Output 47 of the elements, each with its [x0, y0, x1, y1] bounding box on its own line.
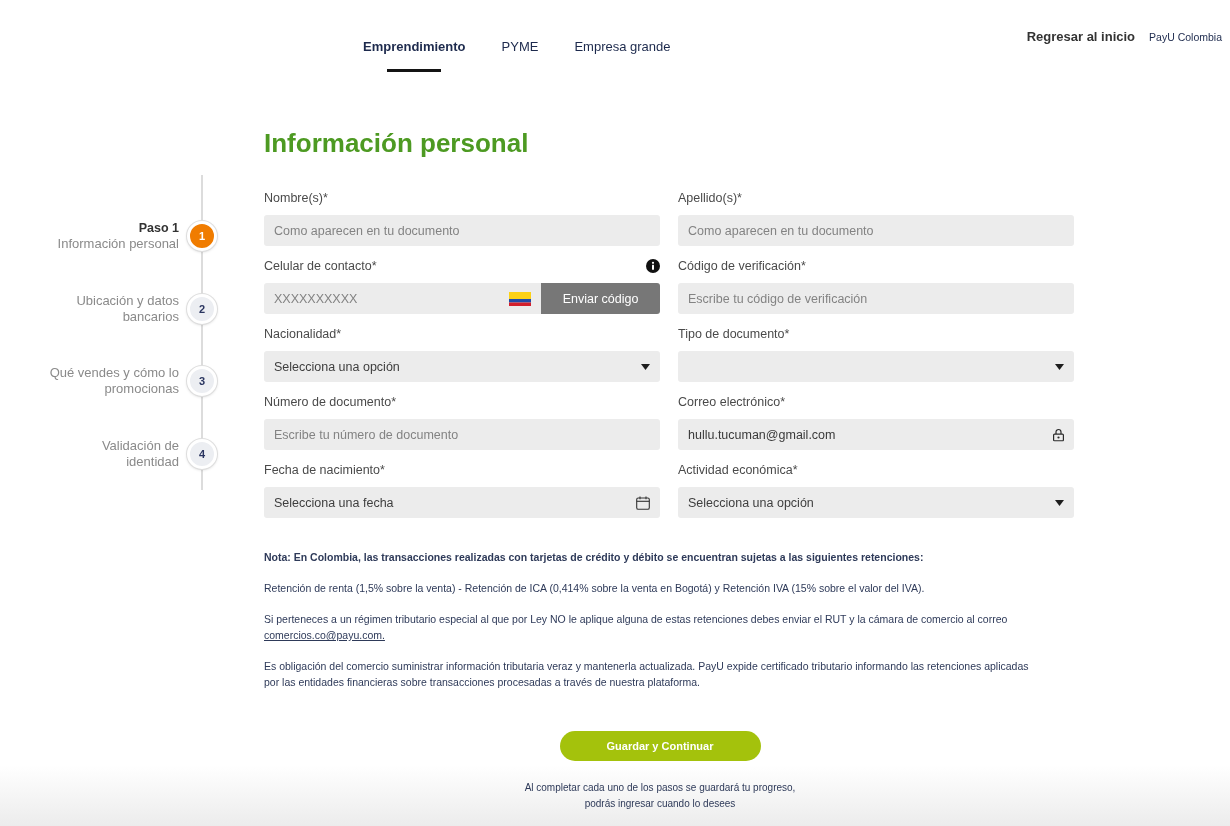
progress-note: Al completar cada uno de los pasos se guardará tu progreso, podrás ingresar cuando lo desees: [523, 781, 797, 811]
text-field[interactable]: Escribe tu número de documento: [264, 419, 660, 450]
text-field[interactable]: hullu.tucuman@gmail.com: [678, 419, 1074, 450]
step-label: Validación de identidad: [100, 437, 179, 470]
page-title: Información personal: [264, 127, 529, 159]
field-label: Nacionalidad*: [264, 326, 342, 342]
text-field[interactable]: Escribe tu código de verificación: [678, 283, 1074, 314]
step-indicator: 2: [187, 293, 217, 324]
nav-tab[interactable]: Empresa grande: [574, 30, 671, 72]
field-label: Nombre(s)*: [264, 190, 328, 206]
note-paragraph: Es obligación del comercio suministrar información tributaria veraz y mantenerla actualizada. PayU expide certificado tributario informando las retenciones aplicadas por las entidades financieras sobre transacciones procesadas a través de nuestra plataforma.: [264, 659, 1030, 690]
note-paragraph: Retención de renta (1,5% sobre la venta) - Retención de ICA (0,414% sobre la venta en Bogotá) y Retención IVA (15% sobre el valor del IVA).: [264, 581, 926, 596]
field-label: Actividad económica*: [678, 462, 798, 478]
dropdown-caret-icon: [641, 363, 650, 370]
field-label: Número de documento*: [264, 394, 397, 410]
step-label: Ubicación y datos bancarios: [75, 292, 179, 325]
note-heading: Nota: En Colombia, las transacciones realizadas con tarjetas de crédito y débito se encuentran sujetas a las siguientes retenciones:: [264, 550, 925, 565]
field-label: Código de verificación*: [678, 258, 806, 274]
email-link[interactable]: comercios.co@payu.com.: [264, 629, 385, 641]
field-label: Tipo de documento*: [678, 326, 790, 342]
step-indicator: 4: [187, 438, 217, 469]
step-indicator: 1: [187, 221, 217, 252]
calendar-icon: [636, 495, 650, 510]
country-link[interactable]: PayU Colombia: [1149, 31, 1222, 43]
dropdown-caret-icon: [1055, 499, 1064, 506]
field-label: Celular de contacto*: [264, 258, 377, 274]
step-title: Paso 1: [138, 220, 179, 237]
dropdown-field[interactable]: Selecciona una opción: [264, 351, 660, 382]
text-field[interactable]: Como aparecen en tu documento: [678, 215, 1074, 246]
note-paragraph: Si perteneces a un régimen tributario especial al que por Ley NO le aplique alguna de estas retenciones debes enviar el RUT y la cámara de comercio al correo comercios.co@payu.com.: [264, 612, 1009, 643]
info-icon[interactable]: [646, 259, 660, 273]
dropdown-caret-icon: [1055, 363, 1064, 370]
field-label: Apellido(s)*: [678, 190, 742, 206]
send-code-button[interactable]: Enviar código: [541, 283, 660, 314]
dropdown-field[interactable]: Selecciona una opción: [678, 487, 1074, 518]
phone-field[interactable]: XXXXXXXXXX: [264, 283, 541, 314]
field-label: Correo electrónico*: [678, 394, 785, 410]
text-field[interactable]: Como aparecen en tu documento: [264, 215, 660, 246]
nav-tab[interactable]: Emprendimiento: [363, 30, 466, 72]
field-label: Fecha de nacimiento*: [264, 462, 385, 478]
step-label: Qué vendes y cómo lo promocionas: [48, 365, 179, 398]
step-label: Información personal: [57, 236, 179, 253]
back-home-link[interactable]: Regresar al inicio: [1026, 30, 1136, 44]
flag-icon: [509, 291, 531, 306]
date-field[interactable]: Selecciona una fecha: [264, 487, 660, 518]
dropdown-field[interactable]: [678, 351, 1074, 382]
step-indicator: 3: [187, 366, 217, 397]
